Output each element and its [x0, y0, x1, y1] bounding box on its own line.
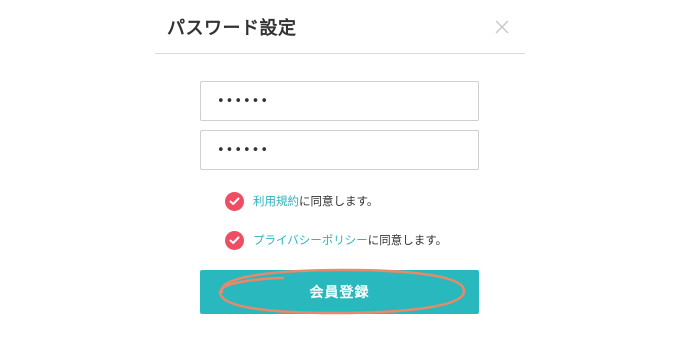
- password-field[interactable]: [200, 81, 479, 121]
- password-confirm-field[interactable]: [200, 130, 479, 170]
- password-confirm-input[interactable]: [201, 131, 478, 169]
- modal-title: パスワード設定: [167, 18, 297, 39]
- terms-checkbox[interactable]: [225, 191, 244, 211]
- privacy-checkbox[interactable]: [225, 230, 244, 250]
- check-icon: [229, 197, 240, 205]
- privacy-policy-link[interactable]: プライバシーポリシー: [253, 232, 368, 248]
- terms-link[interactable]: 利用規約: [253, 193, 299, 209]
- password-input[interactable]: [201, 82, 478, 120]
- close-button[interactable]: [492, 17, 512, 37]
- terms-suffix: に同意します。: [299, 194, 379, 208]
- modal-header: パスワード設定: [155, 0, 525, 54]
- close-icon: [495, 20, 509, 34]
- register-button-label: 会員登録: [309, 285, 370, 301]
- privacy-agreement: プライバシーポリシー に同意します。: [225, 230, 447, 250]
- register-button[interactable]: 会員登録: [200, 270, 479, 314]
- terms-agreement: 利用規約 に同意します。: [225, 191, 378, 211]
- registration-modal: パスワード設定 利用規約 に同意します。 プライバシーポリシー に同意します。: [0, 0, 680, 358]
- privacy-suffix: に同意します。: [367, 233, 448, 247]
- check-icon: [229, 236, 240, 244]
